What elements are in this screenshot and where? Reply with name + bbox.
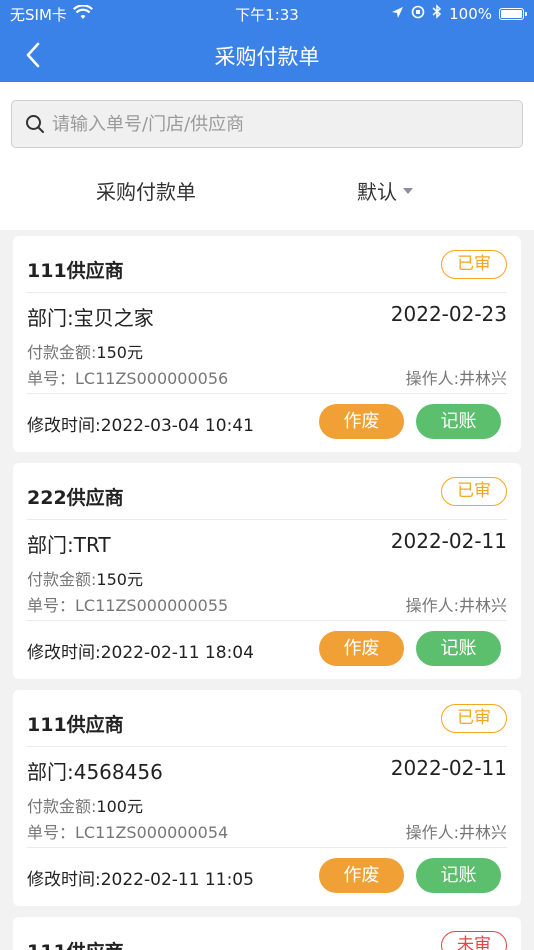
search-box[interactable] bbox=[11, 100, 523, 148]
divider bbox=[27, 393, 507, 394]
navbar: 采购付款单 bbox=[0, 28, 534, 82]
order-value: LC11ZS000000054 bbox=[75, 823, 229, 842]
amount-label: 付款金额: bbox=[27, 797, 97, 816]
status-badge: 未审 bbox=[441, 931, 507, 950]
status-badge: 已审 bbox=[441, 704, 507, 733]
operator-value: 井林兴 bbox=[458, 369, 507, 388]
divider bbox=[27, 292, 507, 293]
operator: 操作人:井林兴 bbox=[406, 819, 507, 843]
amount-label: 付款金额: bbox=[27, 343, 97, 362]
order-date: 2022-02-23 bbox=[390, 302, 507, 326]
order-label: 单号： bbox=[27, 596, 76, 615]
divider bbox=[27, 620, 507, 621]
operator-value: 井林兴 bbox=[458, 596, 507, 615]
post-button[interactable]: 记账 bbox=[416, 858, 501, 893]
operator-label: 操作人: bbox=[405, 369, 459, 388]
status-bar: 无SIM卡 下午1:33 100% bbox=[0, 0, 534, 28]
modified-value: 2022-03-04 10:41 bbox=[100, 416, 254, 436]
payment-amount: 付款金额:100元 bbox=[27, 793, 143, 817]
supplier-name: 111供应商 bbox=[27, 714, 124, 736]
status-badge: 已审 bbox=[441, 477, 507, 506]
modified-time: 修改时间:2022-02-11 11:05 bbox=[27, 865, 254, 890]
amount-value: 150元 bbox=[96, 343, 143, 362]
sort-filter[interactable]: 默认 bbox=[357, 176, 413, 205]
divider bbox=[27, 847, 507, 848]
page-title: 采购付款单 bbox=[214, 45, 320, 69]
payment-card[interactable]: 111供应商 已审 部门:宝贝之家 2022-02-23 付款金额:150元 单… bbox=[13, 236, 521, 452]
divider bbox=[27, 746, 507, 747]
search-input[interactable] bbox=[52, 101, 512, 147]
department: 部门:TRT bbox=[27, 533, 111, 557]
order-label: 单号： bbox=[27, 369, 76, 388]
order-label: 单号： bbox=[27, 823, 76, 842]
bluetooth-icon bbox=[432, 4, 442, 23]
order-value: LC11ZS000000055 bbox=[75, 596, 229, 615]
status-badge: 已审 bbox=[441, 250, 507, 279]
department: 部门:4568456 bbox=[27, 760, 163, 784]
modified-label: 修改时间: bbox=[27, 870, 101, 890]
type-filter[interactable]: 采购付款单 bbox=[96, 176, 196, 205]
order-number: 单号：LC11ZS000000056 bbox=[27, 365, 228, 389]
supplier-name: 222供应商 bbox=[27, 487, 124, 509]
amount-label: 付款金额: bbox=[27, 570, 97, 589]
battery-icon bbox=[499, 7, 527, 20]
post-button[interactable]: 记账 bbox=[416, 631, 501, 666]
order-value: LC11ZS000000056 bbox=[75, 369, 229, 388]
modified-value: 2022-02-11 18:04 bbox=[100, 643, 254, 663]
modified-value: 2022-02-11 11:05 bbox=[100, 870, 254, 890]
operator-label: 操作人: bbox=[405, 823, 459, 842]
payment-card[interactable]: 111供应商 已审 部门:4568456 2022-02-11 付款金额:100… bbox=[13, 690, 521, 906]
location-icon bbox=[391, 5, 404, 23]
orientation-lock-icon bbox=[411, 5, 425, 23]
order-date: 2022-02-11 bbox=[390, 756, 507, 780]
sort-filter-label: 默认 bbox=[357, 180, 397, 204]
payment-card[interactable]: 222供应商 已审 部门:TRT 2022-02-11 付款金额:150元 单号… bbox=[13, 463, 521, 679]
modified-label: 修改时间: bbox=[27, 416, 101, 436]
payment-card[interactable]: 111供应商 未审 bbox=[13, 917, 521, 950]
battery-percent: 100% bbox=[449, 4, 492, 23]
supplier-name: 111供应商 bbox=[27, 937, 124, 950]
department: 部门:宝贝之家 bbox=[27, 306, 154, 330]
operator: 操作人:井林兴 bbox=[406, 365, 507, 389]
payment-amount: 付款金额:150元 bbox=[27, 566, 143, 590]
amount-value: 150元 bbox=[96, 570, 143, 589]
order-date: 2022-02-11 bbox=[390, 529, 507, 553]
operator: 操作人:井林兴 bbox=[406, 592, 507, 616]
search-icon bbox=[24, 113, 46, 135]
operator-label: 操作人: bbox=[405, 596, 459, 615]
modified-time: 修改时间:2022-03-04 10:41 bbox=[27, 411, 254, 436]
search-section: 采购付款单 默认 bbox=[0, 82, 534, 230]
void-button[interactable]: 作废 bbox=[319, 404, 404, 439]
void-button[interactable]: 作废 bbox=[319, 631, 404, 666]
order-number: 单号：LC11ZS000000055 bbox=[27, 592, 228, 616]
order-number: 单号：LC11ZS000000054 bbox=[27, 819, 228, 843]
modified-label: 修改时间: bbox=[27, 643, 101, 663]
divider bbox=[27, 519, 507, 520]
amount-value: 100元 bbox=[96, 797, 143, 816]
operator-value: 井林兴 bbox=[458, 823, 507, 842]
supplier-name: 111供应商 bbox=[27, 260, 124, 282]
dropdown-caret-icon bbox=[403, 187, 413, 194]
modified-time: 修改时间:2022-02-11 18:04 bbox=[27, 638, 254, 663]
void-button[interactable]: 作废 bbox=[319, 858, 404, 893]
post-button[interactable]: 记账 bbox=[416, 404, 501, 439]
payment-amount: 付款金额:150元 bbox=[27, 339, 143, 363]
